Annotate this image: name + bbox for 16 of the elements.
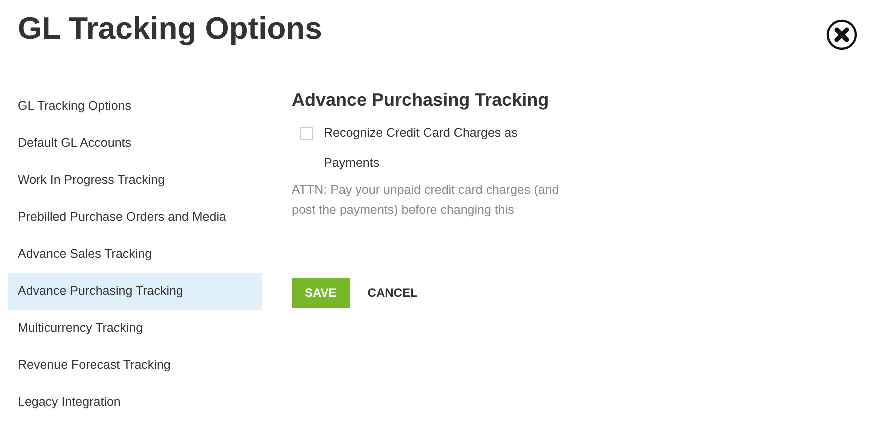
checkbox-label: Recognize Credit Card Charges as Payments [324,125,519,172]
dialog-title: GL Tracking Options [18,11,322,47]
section-heading: Advance Purchasing Tracking [292,89,550,112]
sidebar-item[interactable]: GL Tracking Options [8,88,262,125]
sidebar-item[interactable]: Multicurrency Tracking [8,310,262,347]
sidebar-item[interactable]: Advance Sales Tracking [8,236,262,273]
sidebar-item[interactable]: Default GL Accounts [8,125,262,162]
sidebar-item[interactable]: Revenue Forecast Tracking [8,347,262,384]
sidebar-item[interactable]: Legacy Integration [8,384,262,421]
close-icon[interactable] [826,19,858,51]
sidebar-item[interactable]: Advance Purchasing Tracking [8,273,262,310]
note-text: ATTN: Pay your unpaid credit card charges (and post the payments) before changing this [292,182,560,219]
cancel-button[interactable]: CANCEL [354,278,432,308]
sidebar-item[interactable]: Work In Progress Tracking [8,162,262,199]
checkbox[interactable] [300,127,313,140]
sidebar-item[interactable]: Prebilled Purchase Orders and Media [8,199,262,236]
